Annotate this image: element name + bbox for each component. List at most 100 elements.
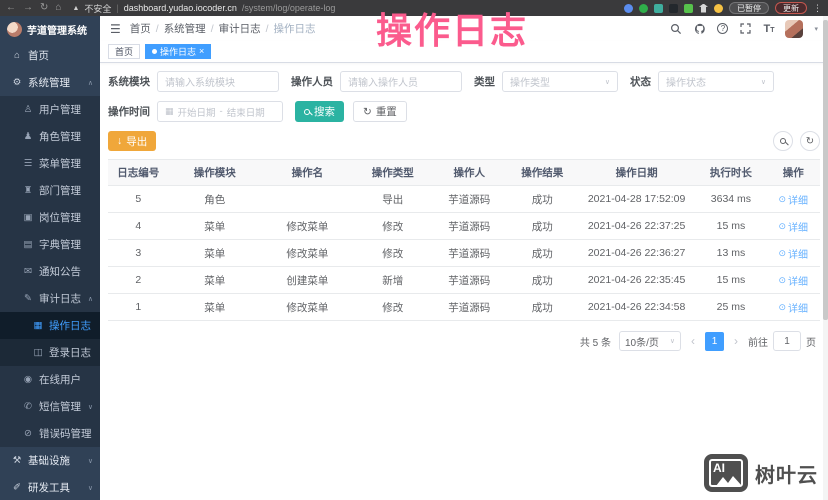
smiley-icon[interactable] <box>714 3 723 13</box>
cell-id: 1 <box>108 293 169 321</box>
cell-type: 新增 <box>353 266 432 294</box>
type-select[interactable]: 操作类型 ∨ <box>502 71 618 92</box>
col-log-id: 日志编号 <box>108 159 169 186</box>
sidebar-item-通知公告[interactable]: ✉ 通知公告 <box>0 258 100 285</box>
sidebar-item-审计日志[interactable]: ✎ 审计日志 ∧ <box>0 285 100 312</box>
search-icon <box>304 108 310 115</box>
cell-name: 修改菜单 <box>261 212 354 240</box>
export-button-label: 导出 <box>126 135 148 148</box>
extension-blue-icon[interactable] <box>624 3 633 13</box>
search-icon[interactable] <box>669 22 682 35</box>
forward-icon[interactable]: → <box>23 0 33 16</box>
sidebar-item-部门管理[interactable]: ♜ 部门管理 <box>0 177 100 204</box>
sidebar-item-错误码管理[interactable]: ⊘ 错误码管理 <box>0 420 100 447</box>
update-button[interactable]: 更新 <box>775 2 807 14</box>
status-select[interactable]: 操作状态 ∨ <box>658 71 774 92</box>
sidebar-item-岗位管理[interactable]: ▣ 岗位管理 <box>0 204 100 231</box>
chevron-down-icon: ∨ <box>760 78 766 86</box>
toggle-search-button[interactable] <box>773 131 793 151</box>
sidebar-item-研发工具[interactable]: ✐ 研发工具 ∨ <box>0 474 100 500</box>
scrollbar-track[interactable] <box>823 16 828 500</box>
table-row: 1 菜单 修改菜单 修改 芋道源码 成功 2021-04-26 22:34:58 25 ms ⊙… <box>108 293 820 321</box>
chevron-up-icon: ∧ <box>87 79 93 87</box>
fullscreen-icon[interactable] <box>739 22 752 35</box>
page-size-select[interactable]: 10条/页 ∨ <box>619 331 681 351</box>
scrollbar-thumb[interactable] <box>823 20 828 320</box>
extension-pin-icon[interactable] <box>699 3 708 13</box>
detail-icon: ⊙ <box>778 193 787 204</box>
sidebar-item-基础设施[interactable]: ⚒ 基础设施 ∨ <box>0 447 100 474</box>
address-bar[interactable]: ▲ 不安全 | dashboard.yudao.iocoder.cn/syste… <box>72 2 335 15</box>
sidebar-item-label: 字典管理 <box>39 239 81 251</box>
sidebar-item-操作日志[interactable]: ▦ 操作日志 <box>0 312 100 339</box>
detail-link[interactable]: ⊙ 详细 <box>778 219 808 234</box>
type-label: 类型 <box>474 76 495 88</box>
extension-green-shield-icon[interactable] <box>639 3 648 13</box>
prev-page-button[interactable]: ‹ <box>689 334 697 348</box>
app-logo[interactable]: 芋道管理系统 <box>0 16 100 42</box>
operator-input[interactable]: 请输入操作人员 <box>340 71 462 92</box>
tab-operate-log[interactable]: 操作日志 × <box>145 44 212 59</box>
col-module: 操作模块 <box>168 159 262 186</box>
detail-link[interactable]: ⊙ 详细 <box>778 246 808 261</box>
sidebar-item-label: 角色管理 <box>39 131 81 143</box>
avatar[interactable] <box>785 19 804 38</box>
export-button[interactable]: ↓ 导出 <box>108 131 157 151</box>
extension-teal-icon[interactable] <box>654 3 663 13</box>
browser-menu-icon[interactable]: ⋮ <box>813 3 822 14</box>
chevron-down-icon[interactable]: ▾ <box>814 25 818 33</box>
post-icon: ▣ <box>23 212 33 223</box>
cell-type: 修改 <box>353 293 432 321</box>
breadcrumb-audit[interactable]: 审计日志 <box>219 21 261 36</box>
sidebar-item-首页[interactable]: ⌂ 首页 <box>0 42 100 69</box>
watermark-frame: AI <box>709 459 743 487</box>
tab-home[interactable]: 首页 <box>108 44 141 59</box>
search-button[interactable]: 搜索 <box>295 101 344 122</box>
detail-link[interactable]: ⊙ 详细 <box>778 273 808 288</box>
next-page-button[interactable]: › <box>732 334 740 348</box>
collapse-sidebar-icon[interactable]: ☰ <box>110 22 121 36</box>
reload-icon[interactable]: ↻ <box>40 0 48 16</box>
page-number-1[interactable]: 1 <box>705 331 724 351</box>
sidebar-item-角色管理[interactable]: ♟ 角色管理 <box>0 123 100 150</box>
extension-sprout-icon[interactable] <box>684 3 693 13</box>
sidebar-item-在线用户[interactable]: ◉ 在线用户 <box>0 366 100 393</box>
cell-id: 4 <box>108 212 169 240</box>
page-size-value: 10条/页 <box>625 337 659 349</box>
sidebar-item-label: 短信管理 <box>39 401 81 413</box>
cell-id: 3 <box>108 239 169 267</box>
sidebar-item-系统管理[interactable]: ⚙ 系统管理 ∧ <box>0 69 100 96</box>
reset-button[interactable]: ↻ 重置 <box>353 101 407 122</box>
home-icon[interactable]: ⌂ <box>55 0 61 16</box>
col-action: 操作 <box>766 159 820 186</box>
paused-button[interactable]: 已暂停 <box>729 2 769 14</box>
help-icon[interactable]: ? <box>717 23 729 34</box>
sidebar-item-label: 系统管理 <box>28 77 70 89</box>
cell-operator: 芋道源码 <box>431 212 507 240</box>
cell-action: ⊙ 详细 <box>766 239 820 267</box>
detail-link[interactable]: ⊙ 详细 <box>778 192 808 207</box>
font-size-icon[interactable]: TT <box>763 23 774 35</box>
annotation-title: 操作日志 <box>376 10 529 51</box>
sidebar-item-label: 研发工具 <box>28 482 70 494</box>
github-icon[interactable] <box>693 22 706 35</box>
breadcrumb-system[interactable]: 系统管理 <box>164 21 206 36</box>
breadcrumb-home[interactable]: 首页 <box>130 21 151 36</box>
sidebar-item-短信管理[interactable]: ✆ 短信管理 ∨ <box>0 393 100 420</box>
detail-link[interactable]: ⊙ 详细 <box>778 300 808 315</box>
refresh-button[interactable]: ↻ <box>800 131 820 151</box>
sidebar-item-登录日志[interactable]: ◫ 登录日志 <box>0 339 100 366</box>
sidebar-item-字典管理[interactable]: ▤ 字典管理 <box>0 231 100 258</box>
sidebar-item-用户管理[interactable]: ♙ 用户管理 <box>0 96 100 123</box>
date-range-input[interactable]: ▦ 开始日期 - 结束日期 <box>157 101 283 122</box>
extension-dark-icon[interactable] <box>669 3 678 13</box>
back-icon[interactable]: ← <box>6 0 16 16</box>
cell-operator: 芋道源码 <box>431 266 507 294</box>
reset-button-label: 重置 <box>375 106 397 118</box>
goto-page-input[interactable]: 1 <box>773 331 801 351</box>
module-input[interactable]: 请输入系统模块 <box>157 71 279 92</box>
content: 系统模块 请输入系统模块 操作人员 请输入操作人员 类型 操作类型 ∨ 状态 操作… <box>100 63 828 500</box>
close-icon[interactable]: × <box>199 47 204 56</box>
watermark: AI 树叶云 <box>704 454 818 492</box>
sidebar-item-菜单管理[interactable]: ☰ 菜单管理 <box>0 150 100 177</box>
